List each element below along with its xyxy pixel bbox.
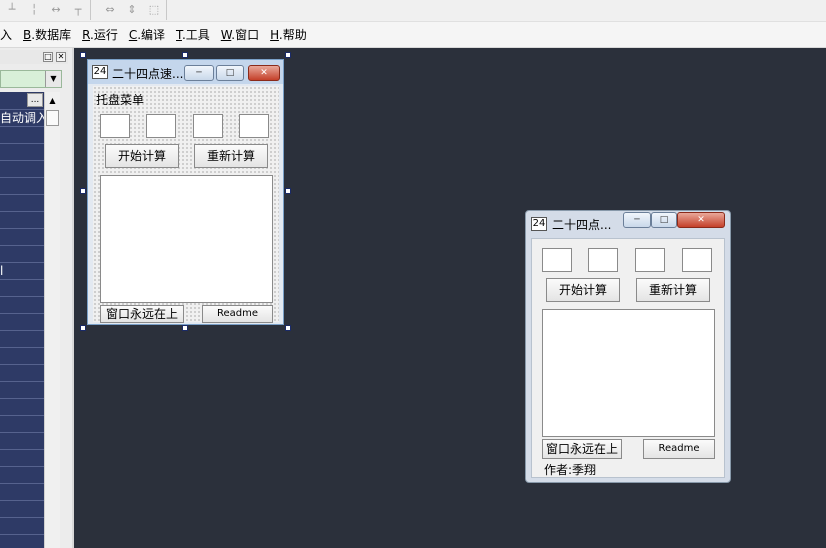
design-form-canvas[interactable]: 托盘菜单 开始计算 重新计算 窗口永远在上 Readme <box>93 86 279 323</box>
property-row[interactable]: l <box>0 263 44 280</box>
number-input-1[interactable] <box>100 114 130 138</box>
align-toolbar-group: ┴ ╎ ↔ ┬ <box>0 0 91 20</box>
panel-close-icon[interactable]: ✕ <box>56 52 66 62</box>
property-row[interactable] <box>0 297 44 314</box>
menu-item-help[interactable]: H.帮助 <box>270 26 307 43</box>
property-row[interactable] <box>0 535 44 548</box>
always-on-top-button[interactable]: 窗口永远在上 <box>542 439 622 459</box>
align-bottom-icon[interactable]: ┬ <box>70 3 86 17</box>
result-memo[interactable] <box>100 175 273 303</box>
resize-handle-mr[interactable] <box>285 188 291 194</box>
property-row[interactable] <box>0 161 44 178</box>
toolbar: ┴ ╎ ↔ ┬ ⇔ ⇕ ⬚ <box>0 0 826 22</box>
design-form[interactable]: 24 二十四点速... ─ □ ✕ 托盘菜单 开始计算 重新计算 窗口永远在上 … <box>87 59 284 325</box>
start-calc-button[interactable]: 开始计算 <box>105 144 179 168</box>
panel-restore-icon[interactable]: □ <box>43 52 53 62</box>
space-horizontal-icon[interactable]: ╎ <box>26 3 42 17</box>
property-row[interactable] <box>0 416 44 433</box>
property-row[interactable] <box>0 280 44 297</box>
maximize-icon[interactable]: □ <box>651 212 677 228</box>
property-row[interactable] <box>0 484 44 501</box>
property-scrollbar[interactable]: ▲ <box>44 92 60 548</box>
start-calc-button[interactable]: 开始计算 <box>546 278 620 302</box>
number-input-3[interactable] <box>193 114 223 138</box>
property-row[interactable] <box>0 518 44 535</box>
property-list-header: ... <box>0 92 44 110</box>
property-row[interactable] <box>0 127 44 144</box>
reset-calc-button[interactable]: 重新计算 <box>194 144 268 168</box>
resize-handle-br[interactable] <box>285 325 291 331</box>
app-24-icon: 24 <box>531 217 547 231</box>
property-row[interactable] <box>0 246 44 263</box>
always-on-top-button[interactable]: 窗口永远在上 <box>100 305 184 323</box>
property-row[interactable] <box>0 450 44 467</box>
design-form-titlebar[interactable]: 24 二十四点速... ─ □ ✕ <box>88 60 283 84</box>
number-input-3[interactable] <box>635 248 665 272</box>
menu-item-window[interactable]: W.窗口 <box>221 26 259 43</box>
property-row[interactable] <box>0 348 44 365</box>
reset-calc-button[interactable]: 重新计算 <box>636 278 710 302</box>
resize-handle-ml[interactable] <box>80 188 86 194</box>
design-form-title: 二十四点速... <box>112 67 184 81</box>
menu-item-run[interactable]: R.运行 <box>82 26 118 43</box>
property-row[interactable] <box>0 314 44 331</box>
close-icon[interactable]: ✕ <box>677 212 725 228</box>
property-row[interactable] <box>0 365 44 382</box>
property-row[interactable] <box>0 399 44 416</box>
number-input-2[interactable] <box>588 248 618 272</box>
close-icon[interactable]: ✕ <box>248 65 280 81</box>
align-top-icon[interactable]: ┴ <box>4 3 20 17</box>
property-row[interactable] <box>0 212 44 229</box>
property-row[interactable] <box>0 195 44 212</box>
number-input-2[interactable] <box>146 114 176 138</box>
property-row[interactable] <box>0 144 44 161</box>
property-row[interactable] <box>0 178 44 195</box>
property-row[interactable] <box>0 229 44 246</box>
resize-handle-tc[interactable] <box>182 52 188 58</box>
minimize-icon[interactable]: ─ <box>623 212 651 228</box>
property-row[interactable] <box>0 331 44 348</box>
property-row[interactable] <box>0 433 44 450</box>
property-list[interactable]: ... 自动调入: l <box>0 92 44 548</box>
menu-item-tools[interactable]: T.工具 <box>176 26 210 43</box>
width-icon[interactable]: ⇔ <box>102 3 118 17</box>
resize-handle-bl[interactable] <box>80 325 86 331</box>
property-row[interactable] <box>0 467 44 484</box>
readme-button[interactable]: Readme <box>202 305 273 323</box>
author-label: 作者:季翔 <box>544 463 597 477</box>
property-row[interactable] <box>0 382 44 399</box>
property-row[interactable]: 自动调入: <box>0 110 44 127</box>
scroll-up-icon[interactable]: ▲ <box>46 94 59 108</box>
size-toolbar-group: ⇔ ⇕ ⬚ <box>98 0 167 20</box>
app-24-icon: 24 <box>92 65 108 79</box>
menu-bar: 入 B.数据库 R.运行 C.编译 T.工具 W.窗口 H.帮助 <box>0 22 826 48</box>
object-selector[interactable]: ▼ <box>0 70 62 88</box>
size-icon[interactable]: ⬚ <box>146 3 162 17</box>
property-row[interactable] <box>0 501 44 518</box>
number-input-4[interactable] <box>682 248 712 272</box>
resize-handle-tr[interactable] <box>285 52 291 58</box>
resize-handle-tl[interactable] <box>80 52 86 58</box>
maximize-icon[interactable]: □ <box>216 65 244 81</box>
menu-item-database[interactable]: B.数据库 <box>23 26 71 43</box>
number-input-1[interactable] <box>542 248 572 272</box>
menu-item-compile[interactable]: C.编译 <box>129 26 165 43</box>
number-input-4[interactable] <box>239 114 269 138</box>
tray-menu-label[interactable]: 托盘菜单 <box>96 91 144 108</box>
resize-handle-bc[interactable] <box>182 325 188 331</box>
result-memo[interactable] <box>542 309 715 437</box>
space-equal-icon[interactable]: ↔ <box>48 3 64 17</box>
minimize-icon[interactable]: ─ <box>184 65 214 81</box>
height-icon[interactable]: ⇕ <box>124 3 140 17</box>
ellipsis-button[interactable]: ... <box>27 93 43 107</box>
property-panel: □ ✕ ▼ ... 自动调入: l ▲ <box>0 48 74 548</box>
chevron-down-icon[interactable]: ▼ <box>45 71 61 87</box>
run-window-title: 二十四点... <box>552 218 612 232</box>
running-app-window[interactable]: 24 二十四点... ─ □ ✕ 开始计算 重新计算 窗口永远在上 Readme… <box>525 210 731 483</box>
readme-button[interactable]: Readme <box>643 439 715 459</box>
scroll-thumb[interactable] <box>46 110 59 126</box>
menu-item-input[interactable]: 入 <box>0 26 12 43</box>
run-window-body: 开始计算 重新计算 窗口永远在上 Readme 作者:季翔 <box>531 238 725 478</box>
